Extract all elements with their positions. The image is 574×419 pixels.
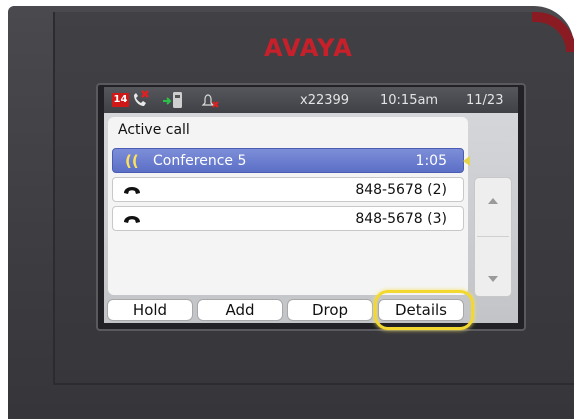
scroll-up-icon[interactable]	[488, 198, 498, 204]
call-row-conference[interactable]: (( Conference 5 1:05	[112, 148, 470, 173]
ringer-off-icon	[201, 94, 219, 108]
red-corner-accent	[532, 12, 574, 52]
add-softkey[interactable]: Add	[197, 299, 283, 321]
conference-icon: ((	[125, 152, 139, 170]
missed-call-icon	[134, 90, 149, 106]
missed-calls-badge: 14	[112, 93, 129, 107]
handset-icon	[124, 216, 140, 223]
date: 11/23	[466, 93, 504, 108]
scroll-down-icon[interactable]	[488, 276, 498, 282]
call-forward-icon	[163, 92, 182, 108]
scroll-divider	[477, 236, 509, 237]
hold-softkey[interactable]: Hold	[107, 299, 193, 321]
phone-display: 14 x22399 10:15am 11/23 Active call (( C…	[104, 87, 518, 323]
participant-number: 848-5678 (2)	[355, 182, 447, 198]
participant-number: 848-5678 (3)	[355, 211, 447, 227]
selection-pointer-icon	[463, 156, 470, 166]
avaya-logo: AVAYA	[264, 34, 353, 62]
active-call-panel: Active call (( Conference 5 1:05 848-567…	[108, 117, 470, 295]
call-duration: 1:05	[415, 153, 447, 169]
call-label: Conference 5	[153, 153, 247, 169]
scroll-control[interactable]	[474, 177, 512, 297]
details-highlight-ring	[374, 290, 474, 330]
drop-softkey[interactable]: Drop	[287, 299, 373, 321]
call-row-participant[interactable]: 848-5678 (3)	[112, 206, 464, 231]
panel-title: Active call	[118, 122, 190, 138]
handset-icon	[124, 187, 140, 194]
clock-time: 10:15am	[380, 93, 439, 108]
call-row-participant[interactable]: 848-5678 (2)	[112, 177, 464, 202]
extension-number: x22399	[300, 93, 350, 108]
status-bar: 14 x22399 10:15am 11/23	[104, 87, 518, 113]
